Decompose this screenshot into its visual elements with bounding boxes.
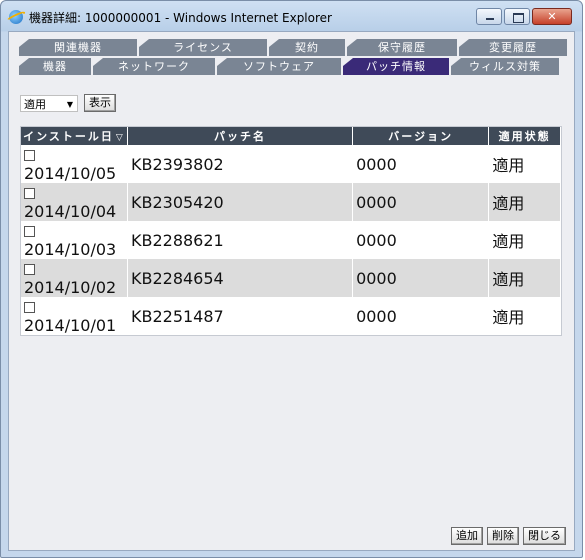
title-bar[interactable]: 機器詳細: 1000000001 - Windows Internet Expl… [1,1,582,31]
maximize-button[interactable] [504,8,530,25]
window-controls: ✕ [476,8,572,25]
patch-name-cell: KB2284654 [127,259,354,297]
sort-icon: ▽ [115,133,125,143]
patch-name-cell: KB2305420 [127,183,354,221]
tab-tabs_row2-4[interactable]: ウィルス対策 [451,58,559,75]
install-date-cell: 2014/10/03 [21,221,128,259]
table-row[interactable]: 2014/10/05 KB2393802 0000 適用 [21,145,561,183]
column-header-status[interactable]: 適用状態 [488,127,561,145]
tab-tabs_row1-1[interactable]: ライセンス [139,39,267,56]
version-cell: 0000 [352,145,490,183]
status-cell: 適用 [488,297,561,335]
close-icon: ✕ [547,10,557,23]
version-cell: 0000 [352,259,490,297]
status-cell: 適用 [488,259,561,297]
status-select-value: 適用 [24,97,46,111]
status-cell: 適用 [488,221,561,259]
browser-window: 機器詳細: 1000000001 - Windows Internet Expl… [0,0,583,558]
minimize-button[interactable] [476,8,502,25]
patch-name-cell: KB2288621 [127,221,354,259]
tab-tabs_row1-4[interactable]: 変更履歴 [459,39,567,56]
row-checkbox[interactable] [24,302,35,313]
patch-name-cell: KB2393802 [127,145,354,183]
status-cell: 適用 [488,183,561,221]
install-date: 2014/10/01 [24,316,117,335]
install-date: 2014/10/02 [24,278,117,297]
action-buttons: 追加 削除 閉じる [451,527,566,545]
install-date: 2014/10/03 [24,240,117,259]
version-cell: 0000 [352,297,490,335]
add-button[interactable]: 追加 [451,527,483,545]
version-cell: 0000 [352,221,490,259]
minimize-icon [486,18,494,20]
install-date: 2014/10/04 [24,202,117,221]
table-row[interactable]: 2014/10/02 KB2284654 0000 適用 [21,259,561,297]
table-row[interactable]: 2014/10/04 KB2305420 0000 適用 [21,183,561,221]
row-checkbox[interactable] [24,150,35,161]
row-checkbox[interactable] [24,188,35,199]
version-cell: 0000 [352,183,490,221]
tab-tabs_row2-3[interactable]: パッチ情報 [343,58,449,75]
tab-tabs_row2-2[interactable]: ソフトウェア [217,58,341,75]
status-select[interactable]: 適用 ▼ [20,94,78,112]
tab-row-1: 関連機器 ライセンス 契約 保守履歴 変更履歴 [19,39,569,56]
table-body: 2014/10/05 KB2393802 0000 適用 2014/10/04 KB230… [21,145,561,335]
window-title: 機器詳細: 1000000001 - Windows Internet Expl… [29,11,332,25]
tab-tabs_row1-0[interactable]: 関連機器 [19,39,137,56]
status-cell: 適用 [488,145,561,183]
column-header-install-date[interactable]: インストール日 ▽ [21,127,128,145]
row-checkbox[interactable] [24,264,35,275]
install-date-cell: 2014/10/04 [21,183,128,221]
chevron-down-icon: ▼ [66,99,73,109]
install-date: 2014/10/05 [24,164,117,183]
close-window-button[interactable]: ✕ [532,8,572,25]
row-checkbox[interactable] [24,226,35,237]
table-row[interactable]: 2014/10/03 KB2288621 0000 適用 [21,221,561,259]
tab-tabs_row1-3[interactable]: 保守履歴 [347,39,457,56]
dialog-content: 関連機器 ライセンス 契約 保守履歴 変更履歴 機器 ネットワーク ソフトウェア パッチ情報ウ… [8,31,575,551]
patch-table: インストール日 ▽ パッチ名 バージョン 適用状態 2014/10/05 KB239… [20,126,562,336]
column-header-version[interactable]: バージョン [352,127,490,145]
tab-tabs_row1-2[interactable]: 契約 [269,39,345,56]
install-date-cell: 2014/10/02 [21,259,128,297]
tab-tabs_row2-1[interactable]: ネットワーク [93,58,215,75]
display-button[interactable]: 表示 [84,94,116,112]
install-date-cell: 2014/10/05 [21,145,128,183]
table-header-row: インストール日 ▽ パッチ名 バージョン 適用状態 [21,127,561,145]
filter-bar: 適用 ▼ 表示 [20,94,116,112]
patch-name-cell: KB2251487 [127,297,354,335]
ie-icon [9,10,23,24]
tab-tabs_row2-0[interactable]: 機器 [19,58,91,75]
install-date-cell: 2014/10/01 [21,297,128,335]
tab-row-2: 機器 ネットワーク ソフトウェア パッチ情報 ウィルス対策 [19,58,561,75]
delete-button[interactable]: 削除 [487,527,519,545]
close-button[interactable]: 閉じる [523,527,566,545]
maximize-icon [513,13,524,23]
table-row[interactable]: 2014/10/01 KB2251487 0000 適用 [21,297,561,335]
column-header-patch-name[interactable]: パッチ名 [127,127,354,145]
